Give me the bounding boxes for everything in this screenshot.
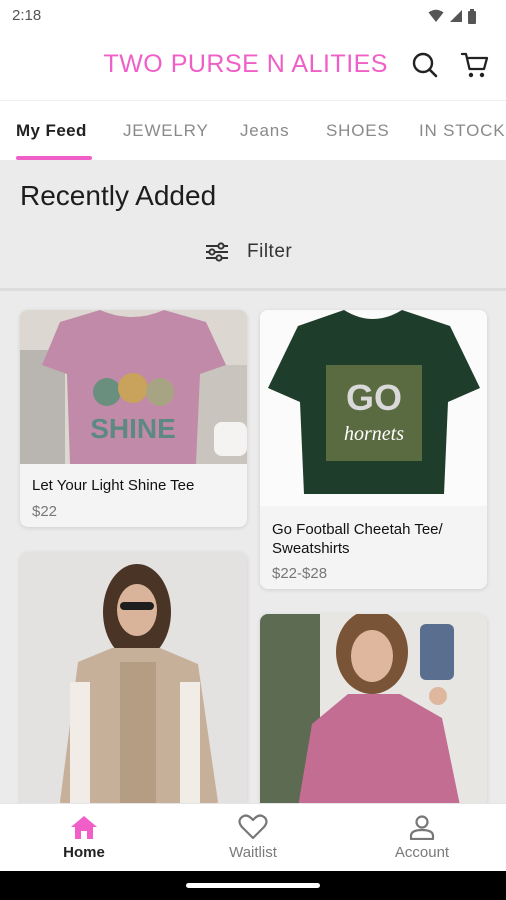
tab-shoes[interactable]: SHOES: [326, 121, 390, 141]
product-image: GO hornets: [260, 310, 487, 506]
tab-in-stock[interactable]: IN STOCK: [419, 121, 505, 141]
nav-label-home: Home: [63, 844, 105, 861]
cart-button[interactable]: [460, 50, 490, 80]
system-gesture-bar: [0, 871, 506, 900]
section-title: Recently Added: [20, 180, 217, 211]
status-bar: 2:18: [0, 0, 506, 32]
category-tabs: My Feed JEWELRY Jeans SHOES IN STOCK: [0, 100, 506, 160]
signal-icon: [450, 10, 462, 22]
product-card[interactable]: [260, 614, 487, 803]
heart-icon: [238, 814, 268, 840]
home-icon: [71, 816, 97, 839]
nav-label-waitlist: Waitlist: [229, 844, 277, 861]
nav-label-account: Account: [394, 844, 450, 861]
product-card[interactable]: [20, 552, 247, 803]
nav-waitlist[interactable]: Waitlist: [193, 814, 313, 868]
product-photo-top: [260, 614, 487, 803]
account-icon: [409, 815, 435, 840]
product-photo-tee: SHINE: [20, 310, 247, 464]
battery-icon: [468, 8, 476, 24]
filter-label: Filter: [247, 241, 293, 262]
wifi-icon: [428, 9, 444, 22]
product-name: Go Football Cheetah Tee/ Sweatshirts: [272, 521, 443, 557]
product-name: Let Your Light Shine Tee: [32, 477, 195, 494]
feed-content[interactable]: Recently Added Filter SHINE Let Your Lig…: [0, 160, 506, 803]
shirt-graphic-text: SHINE: [90, 413, 176, 444]
section-divider: [0, 288, 506, 291]
app-title: TWO PURSE N ALITIES: [103, 50, 388, 78]
product-photo-tee: GO hornets: [260, 310, 487, 506]
search-icon: [412, 52, 438, 78]
filter-icon: [206, 242, 228, 262]
shirt-graphic-text-go: GO: [346, 377, 402, 418]
search-button[interactable]: [410, 50, 440, 80]
tab-my-feed[interactable]: My Feed: [16, 121, 87, 141]
product-image: [20, 552, 247, 803]
shirt-graphic-text-hornets: hornets: [344, 423, 404, 445]
cart-icon: [460, 52, 489, 78]
status-time: 2:18: [12, 7, 42, 24]
product-photo-jacket: [20, 552, 247, 803]
nav-home[interactable]: Home: [24, 814, 144, 868]
product-price: $22-$28: [272, 565, 328, 582]
bottom-navigation: Home Waitlist Account: [0, 803, 506, 871]
product-price: $22: [32, 503, 58, 520]
filter-button[interactable]: Filter: [205, 238, 292, 266]
tab-jeans[interactable]: Jeans: [240, 121, 289, 141]
product-card[interactable]: SHINE Let Your Light Shine Tee $22: [20, 310, 247, 527]
app-header: TWO PURSE N ALITIES: [0, 32, 506, 100]
status-icons: [428, 8, 476, 24]
product-image: [260, 614, 487, 803]
product-image: SHINE: [20, 310, 247, 464]
nav-account[interactable]: Account: [362, 814, 482, 868]
tab-jewelry[interactable]: JEWELRY: [123, 121, 209, 141]
product-card[interactable]: GO hornets Go Football Cheetah Tee/ Swea…: [260, 310, 487, 589]
gesture-handle[interactable]: [186, 883, 320, 888]
